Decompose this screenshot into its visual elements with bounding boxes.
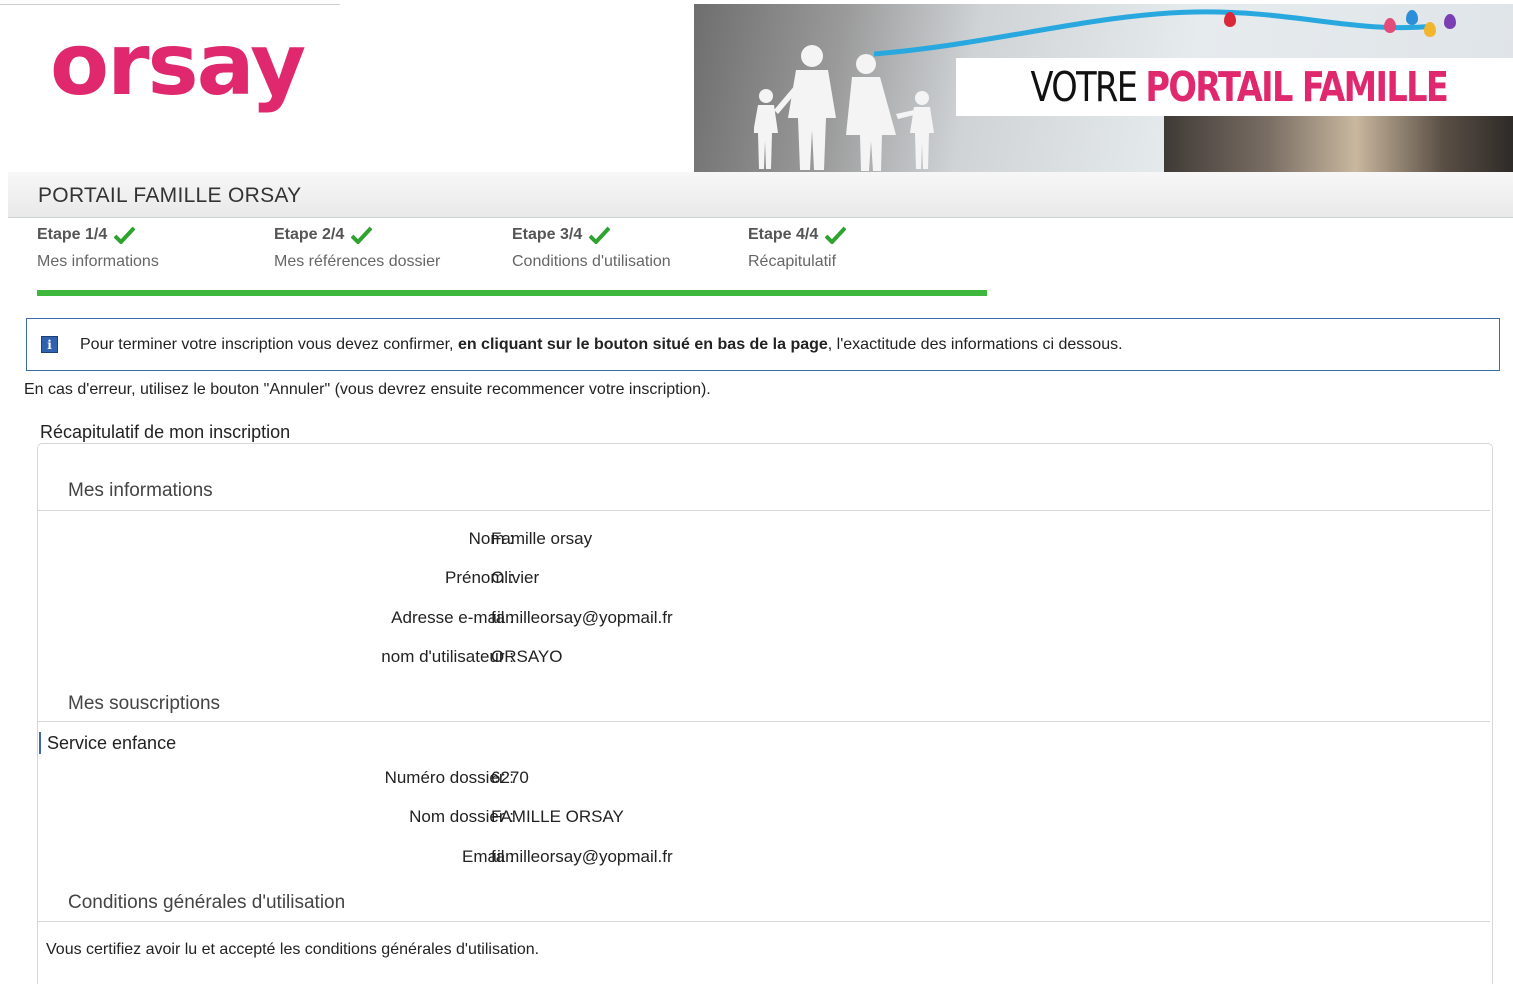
info-icon: i [41, 336, 58, 353]
check-icon [114, 226, 136, 244]
info-row-username: nom d'utilisateur : ORSAYO [38, 647, 1490, 671]
info-row-email: Adresse e-mail : familleorsay@yopmail.fr [38, 608, 1490, 632]
section-divider [38, 921, 1490, 922]
souscription-row-numero: Numéro dossier : 6270 [38, 768, 1490, 792]
step-label: Etape 3/4 [512, 226, 583, 243]
step-sublabel: Conditions d'utilisation [512, 253, 671, 270]
info-row-nom: Nom : Famille orsay [38, 529, 1490, 553]
step-sublabel: Mes informations [37, 253, 159, 270]
info-text-bold: en cliquant sur le bouton situé en bas d… [457, 335, 828, 353]
step-sublabel: Mes références dossier [274, 253, 441, 270]
check-icon [825, 226, 847, 244]
ribbon-decoration [874, 9, 1435, 57]
service-title: Service enfance [39, 732, 176, 754]
step-1: Etape 1/4 Mes informations [37, 226, 159, 271]
recap-legend: Récapitulatif de mon inscription [34, 422, 297, 443]
banner-title: VOTRE PORTAIL FAMILLE [1030, 63, 1449, 111]
step-label: Etape 4/4 [748, 226, 819, 243]
info-text-after: , l'exactitude des informations ci desso… [827, 335, 1123, 353]
title-bar: PORTAIL FAMILLE ORSAY [8, 172, 1513, 218]
step-2: Etape 2/4 Mes références dossier [274, 226, 440, 271]
banner-title-votre: VOTRE [1030, 63, 1137, 111]
row-value: ORSAYO [491, 647, 563, 666]
step-4: Etape 4/4 Récapitulatif [748, 226, 847, 271]
info-row-prenom: Prénom : Olivier [38, 568, 1490, 592]
balloon-icon [1444, 14, 1456, 29]
step-label: Etape 1/4 [37, 226, 108, 243]
logo-rule [0, 4, 340, 5]
check-icon [589, 226, 611, 244]
crowd-photo [1164, 114, 1513, 172]
banner-title-portail: PORTAIL FAMILLE [1145, 63, 1449, 111]
logo-area: orsay [0, 0, 340, 172]
souscription-row-email: Email : familleorsay@yopmail.fr [38, 847, 1490, 871]
info-message: i Pour terminer votre inscription vous d… [26, 318, 1500, 371]
souscription-row-nom: Nom dossier : FAMILLE ORSAY [38, 807, 1490, 831]
row-value: Famille orsay [491, 529, 593, 548]
step-sublabel: Récapitulatif [748, 253, 837, 270]
section-title-mes-informations: Mes informations [68, 480, 213, 501]
balloon-icon [1384, 18, 1396, 33]
balloon-icon [1406, 10, 1418, 25]
portail-banner: VOTRE PORTAIL FAMILLE [694, 4, 1513, 172]
row-value: FAMILLE ORSAY [491, 807, 624, 826]
row-value: familleorsay@yopmail.fr [491, 847, 673, 866]
section-title-mes-souscriptions: Mes souscriptions [68, 693, 221, 714]
page-title: PORTAIL FAMILLE ORSAY [38, 184, 302, 207]
balloon-icon [1224, 12, 1236, 27]
row-value: 6270 [491, 768, 529, 787]
error-note: En cas d'erreur, utilisez le bouton "Ann… [24, 381, 711, 398]
row-value: familleorsay@yopmail.fr [491, 608, 673, 627]
orsay-logo[interactable]: orsay [50, 22, 306, 108]
info-text: Pour terminer votre inscription vous dev… [80, 336, 1123, 354]
section-divider [38, 721, 1490, 722]
check-icon [351, 226, 373, 244]
banner-title-box: VOTRE PORTAIL FAMILLE [956, 58, 1513, 116]
step-3: Etape 3/4 Conditions d'utilisation [512, 226, 671, 271]
info-text-before: Pour terminer votre inscription vous dev… [80, 335, 458, 353]
row-value: Olivier [491, 568, 540, 587]
section-divider [38, 510, 1490, 511]
progress-bar [37, 290, 987, 296]
step-label: Etape 2/4 [274, 226, 345, 243]
cgu-text: Vous certifiez avoir lu et accepté les c… [46, 941, 540, 958]
section-title-cgu: Conditions générales d'utilisation [68, 892, 346, 913]
balloon-icon [1424, 22, 1436, 37]
